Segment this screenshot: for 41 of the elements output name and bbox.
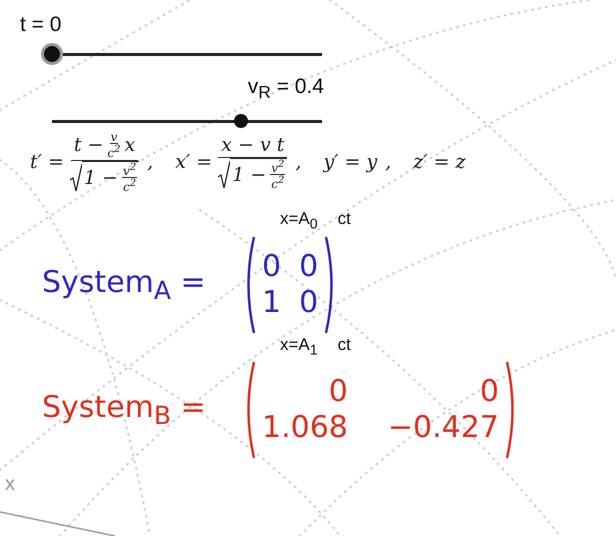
- fraction-denominator: c$^{2}$: [107, 144, 121, 160]
- separator-comma: ,: [147, 151, 154, 174]
- numerator-term: x − v t: [221, 134, 284, 156]
- matrix-cell: −0.427: [388, 410, 499, 446]
- separator-comma: ,: [385, 151, 392, 174]
- matrix-cell: 0: [262, 248, 282, 285]
- column-label: x=A$_{0}$: [280, 209, 318, 235]
- equation-lhs: t′ =: [30, 151, 64, 174]
- slider-label: v$_{R}$ = 0.4: [248, 74, 324, 104]
- matrix-cell-text: 0: [328, 374, 348, 410]
- matrix-name: System$_{B}$ =: [42, 390, 207, 430]
- separator-comma: ,: [295, 151, 302, 174]
- equation-rhs: y: [366, 151, 378, 174]
- square-root-icon: [218, 160, 230, 190]
- fraction-denominator: c$^{2}$: [123, 178, 136, 194]
- equation-lhs: y′ =: [323, 151, 360, 174]
- equation-rhs: z: [456, 151, 466, 174]
- column-label: ct: [338, 334, 351, 356]
- equation-lhs: z′ =: [413, 151, 450, 174]
- matrix-cell: 0: [299, 248, 318, 285]
- fraction-numerator: v$^{2}$: [270, 159, 286, 176]
- matrix-cell: 0: [299, 284, 318, 321]
- fraction-numerator: v$^{2}$: [122, 162, 138, 178]
- numerator-term: t −: [74, 134, 104, 156]
- radicand-term: 1 −: [232, 164, 266, 186]
- square-root-icon: [70, 163, 82, 194]
- numerator-term: x: [124, 134, 136, 156]
- fraction-denominator: c$^{2}$: [271, 175, 284, 190]
- slider-label: t = 0: [20, 12, 62, 38]
- fraction-numerator: v: [110, 131, 118, 144]
- axis-label: x: [5, 473, 15, 496]
- matrix-cell-text: 0: [478, 374, 499, 410]
- slider-thumb[interactable]: [234, 114, 248, 128]
- equation-lhs: x′ =: [175, 151, 212, 174]
- slider-thumb[interactable]: [44, 46, 60, 62]
- radicand-term: 1 −: [84, 166, 118, 189]
- matrix-name: System$_{A}$ =: [42, 264, 207, 305]
- matrix-cell: 1: [262, 284, 282, 321]
- column-label: ct: [338, 209, 351, 230]
- column-label: x=A$_{1}$: [280, 334, 318, 360]
- matrix-cell: 1.068: [262, 410, 348, 446]
